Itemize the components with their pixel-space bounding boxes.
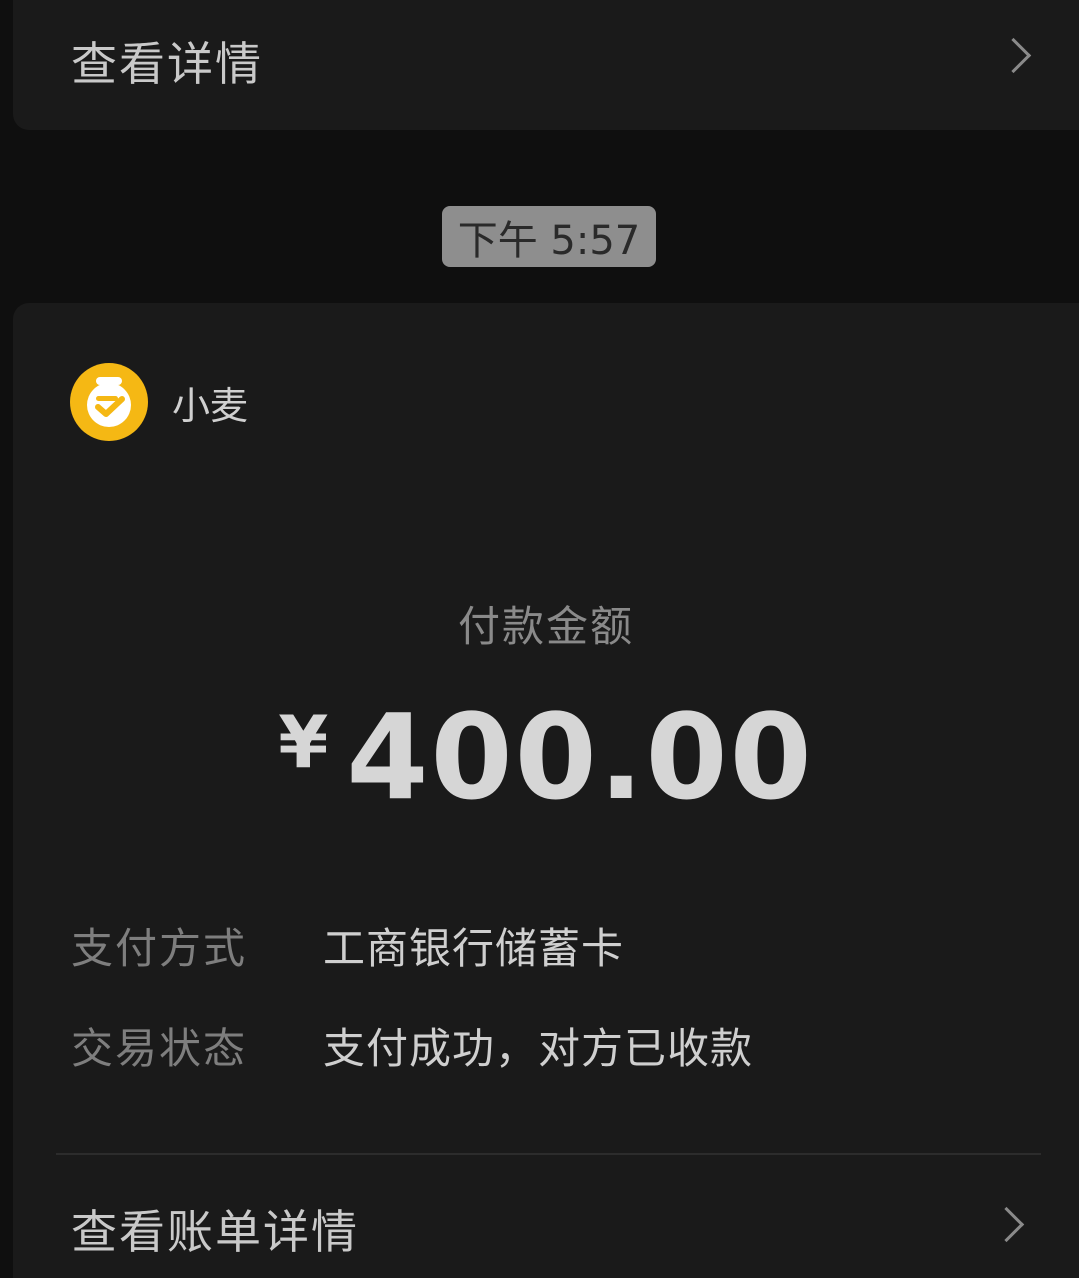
transaction-status-row: 交易状态 支付成功，对方已收款 — [71, 1015, 753, 1076]
transaction-status-key: 交易状态 — [71, 1024, 248, 1073]
payment-method-key: 支付方式 — [71, 924, 248, 973]
merchant-name: 小麦 — [172, 383, 249, 428]
payment-card[interactable]: 小麦 付款金额 ¥400.00 支付方式 工商银行储蓄卡 交易状态 支付成功，对… — [13, 303, 1079, 1278]
time-badge: 下午 5:57 — [442, 206, 656, 267]
divider — [56, 1153, 1041, 1155]
payment-amount: ¥400.00 — [13, 688, 1079, 826]
transaction-status-value: 支付成功，对方已收款 — [323, 1024, 754, 1073]
amount-value: 400.00 — [346, 688, 814, 826]
merchant-logo-icon — [70, 363, 148, 441]
payment-method-value: 工商银行储蓄卡 — [323, 924, 625, 973]
chevron-right-icon — [988, 1206, 1025, 1243]
view-details-card[interactable]: 查看详情 — [13, 0, 1079, 130]
chat-screen: 查看详情 下午 5:57 小麦 付款金额 ¥400.00 支付方式 工商银行储蓄… — [0, 0, 1079, 1278]
chevron-right-icon — [995, 37, 1032, 74]
view-bill-details-label: 查看账单详情 — [71, 1205, 359, 1259]
amount-label: 付款金额 — [457, 602, 634, 651]
currency-symbol: ¥ — [278, 700, 329, 784]
view-bill-details-button[interactable]: 查看账单详情 — [13, 1156, 1079, 1278]
view-details-label: 查看详情 — [71, 37, 263, 91]
merchant-header[interactable]: 小麦 — [70, 363, 248, 441]
payment-method-row: 支付方式 工商银行储蓄卡 — [71, 915, 624, 976]
